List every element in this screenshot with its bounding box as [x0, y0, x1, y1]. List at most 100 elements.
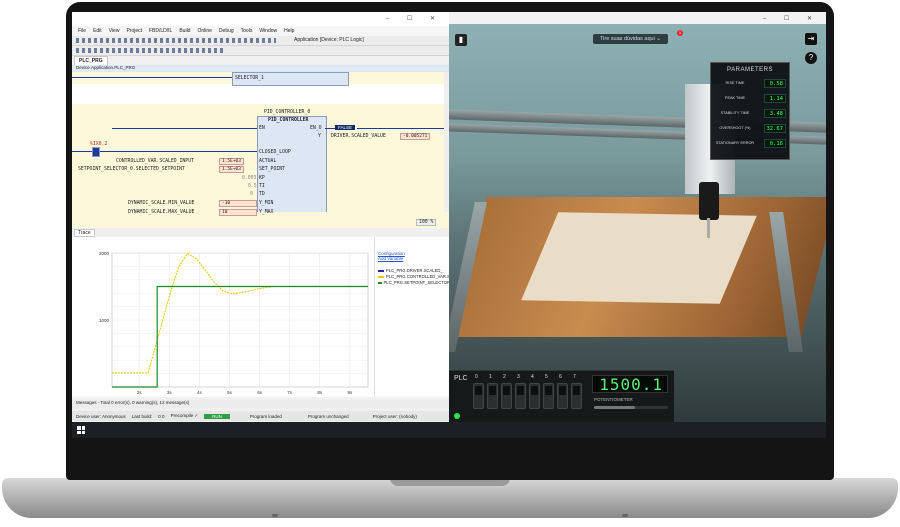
wire [357, 128, 444, 129]
window-controls[interactable]: – ☐ ✕ [386, 15, 443, 22]
input-value-ti: 0.5 [248, 184, 257, 189]
contact-icon[interactable] [92, 147, 100, 157]
toggle-switch[interactable] [515, 383, 526, 409]
toggle-switch[interactable] [557, 383, 568, 409]
toolbar-icons[interactable] [76, 38, 276, 43]
parameter-row: STATIONARY ERROR 0.16 [711, 136, 789, 151]
toggle-switch[interactable] [571, 383, 582, 409]
potentiometer-slider[interactable] [594, 406, 668, 409]
fbd-editor[interactable]: SELECTOR_1 PID_CONTROLLER_0 PID_CONTROLL… [72, 72, 444, 222]
pin-ti: TI [259, 184, 265, 189]
simulation-view[interactable]: – ☐ ✕ ▮ Tire suas dúvidas aqui ⌄ 1 ⇥ ? P… [449, 12, 826, 422]
legend-label: PLC_PRG.DRIVER.SCALED_ [386, 268, 443, 273]
menu-item[interactable]: FBD/LD/IL [149, 28, 172, 34]
selector-label: SELECTOR_1 [235, 76, 264, 81]
switch-knob [517, 386, 524, 395]
switch-number: 6 [559, 374, 562, 380]
input-name: SETPOINT_SELECTOR_0.SELECTED_SETPOINT [78, 167, 185, 172]
switch-knob [489, 386, 496, 395]
plc-led [454, 413, 460, 419]
block-instance-name: PID_CONTROLLER_0 [264, 110, 311, 115]
trash-icon[interactable]: ▮ [455, 34, 467, 46]
parameter-label: STATIONARY ERROR [715, 141, 755, 146]
spindle [699, 182, 719, 220]
messages-bar[interactable]: Messages - Total 0 error(s), 0 warning(s… [72, 400, 449, 408]
breadcrumb: Device.Application.PLC_PRG [72, 65, 449, 72]
trace-chart[interactable]: 2s 3s 4s 5s 6s 7s 8s 9s 2000 1000 [72, 237, 374, 397]
plc-label: PLC [454, 375, 468, 382]
pin-set-point: SET_POINT [259, 167, 285, 172]
pin-actual: ACTUAL [259, 159, 277, 164]
legend-item[interactable]: PLC_PRG.SETPOINT_SELECTOR [375, 280, 450, 285]
menu-item[interactable]: Online [197, 28, 211, 34]
parameters-panel: PARAMETERS RISE TIME 0.58 PEAK TIME 1.14 S… [710, 62, 790, 160]
trace-legend: Configuration Add Variable PLC_PRG.DRIVE… [374, 237, 450, 397]
input-name: DYNAMIC_SCALE.MAX_VALUE [128, 210, 195, 215]
menu-item[interactable]: Build [179, 28, 190, 34]
pin-y-max: Y_MAX [259, 210, 274, 215]
block-type: PID_CONTROLLER [268, 118, 309, 123]
pin-en: EN [259, 126, 265, 131]
input-value: 10 [219, 209, 257, 216]
toggle-switch[interactable] [473, 383, 484, 409]
toggle-switch[interactable] [543, 383, 554, 409]
pin-y: Y [318, 134, 321, 139]
menu-item[interactable]: Project [126, 28, 142, 34]
windows-start-icon[interactable] [77, 426, 85, 434]
sim-titlebar: – ☐ ✕ [449, 12, 826, 24]
sim-window-controls[interactable]: – ☐ ✕ [763, 15, 820, 22]
toggle-switch[interactable] [529, 383, 540, 409]
parameter-value: 32.67 [764, 124, 786, 133]
legend-item[interactable]: PLC_PRG.CONTROLLED_VAR.S [375, 274, 450, 279]
y-tick-label: 1000 [99, 318, 110, 323]
menu-item[interactable]: Help [284, 28, 294, 34]
switch-knob [573, 386, 580, 395]
application-selector[interactable]: Application [Device: PLC Logic] [294, 37, 364, 43]
x-tick-label: 8s [317, 390, 323, 395]
laptop-foot [622, 514, 628, 517]
input-value-td: 0 [250, 192, 253, 197]
menu-item[interactable]: Edit [93, 28, 102, 34]
menu-item[interactable]: File [78, 28, 86, 34]
output-value: -0.005271 [400, 133, 431, 140]
potentiometer-fill [594, 406, 635, 409]
work-piece [521, 212, 757, 304]
zoom-level[interactable]: 100 % [416, 219, 437, 226]
x-tick-label: 7s [287, 390, 293, 395]
legend-label: PLC_PRG.SETPOINT_SELECTOR [383, 280, 450, 285]
toggle-switch[interactable] [487, 383, 498, 409]
laptop-screen: – ☐ ✕ File Edit View Project FBD/LD/IL Build O… [72, 12, 826, 438]
question-icon[interactable]: ? [805, 52, 817, 64]
menu-item[interactable]: Window [259, 28, 277, 34]
switch-knob [545, 386, 552, 395]
x-tick-label: 3s [167, 390, 173, 395]
precompile-status: Precompile ✓ [170, 413, 199, 418]
menu-item[interactable]: Tools [241, 28, 253, 34]
input-value-kp: 0.003 [242, 176, 257, 181]
legend-item[interactable]: PLC_PRG.DRIVER.SCALED_ [375, 268, 450, 273]
help-button[interactable]: Tire suas dúvidas aqui ⌄ [593, 34, 668, 44]
switch-number: 2 [503, 374, 506, 380]
program-unchanged: Program unchanged [307, 413, 349, 419]
toolbar-icons-secondary[interactable] [76, 48, 226, 53]
toggle-switch[interactable] [501, 383, 512, 409]
pin-td: TD [259, 192, 265, 197]
project-user: Project user: (nobody) [372, 413, 417, 419]
x-tick-label: 9s [348, 390, 354, 395]
legend-label: PLC_PRG.CONTROLLED_VAR.S [386, 274, 450, 279]
menu-item[interactable]: Debug [219, 28, 234, 34]
status-bar: Device user: Anonymous Last build: 0 0 P… [72, 411, 449, 421]
exit-icon[interactable]: ⇥ [805, 33, 817, 45]
notification-badge: 1 [677, 30, 683, 36]
menu-item[interactable]: View [109, 28, 120, 34]
parameter-row: STABILITY TIME 3.48 [711, 106, 789, 121]
legend-swatch [378, 269, 384, 272]
parameter-row: OVERSHOOT (%) 32.67 [711, 121, 789, 136]
wire [72, 77, 232, 78]
legend-swatch [378, 275, 384, 278]
pin-y-min: Y_MIN [259, 201, 274, 206]
x-tick-label: 5s [227, 390, 233, 395]
plc-panel: PLC 0 1 2 3 4 5 6 7 1500.1 POTENTIOMETER [449, 370, 674, 422]
toolbar-secondary [72, 46, 449, 56]
tab-trace[interactable]: Trace [74, 229, 95, 237]
